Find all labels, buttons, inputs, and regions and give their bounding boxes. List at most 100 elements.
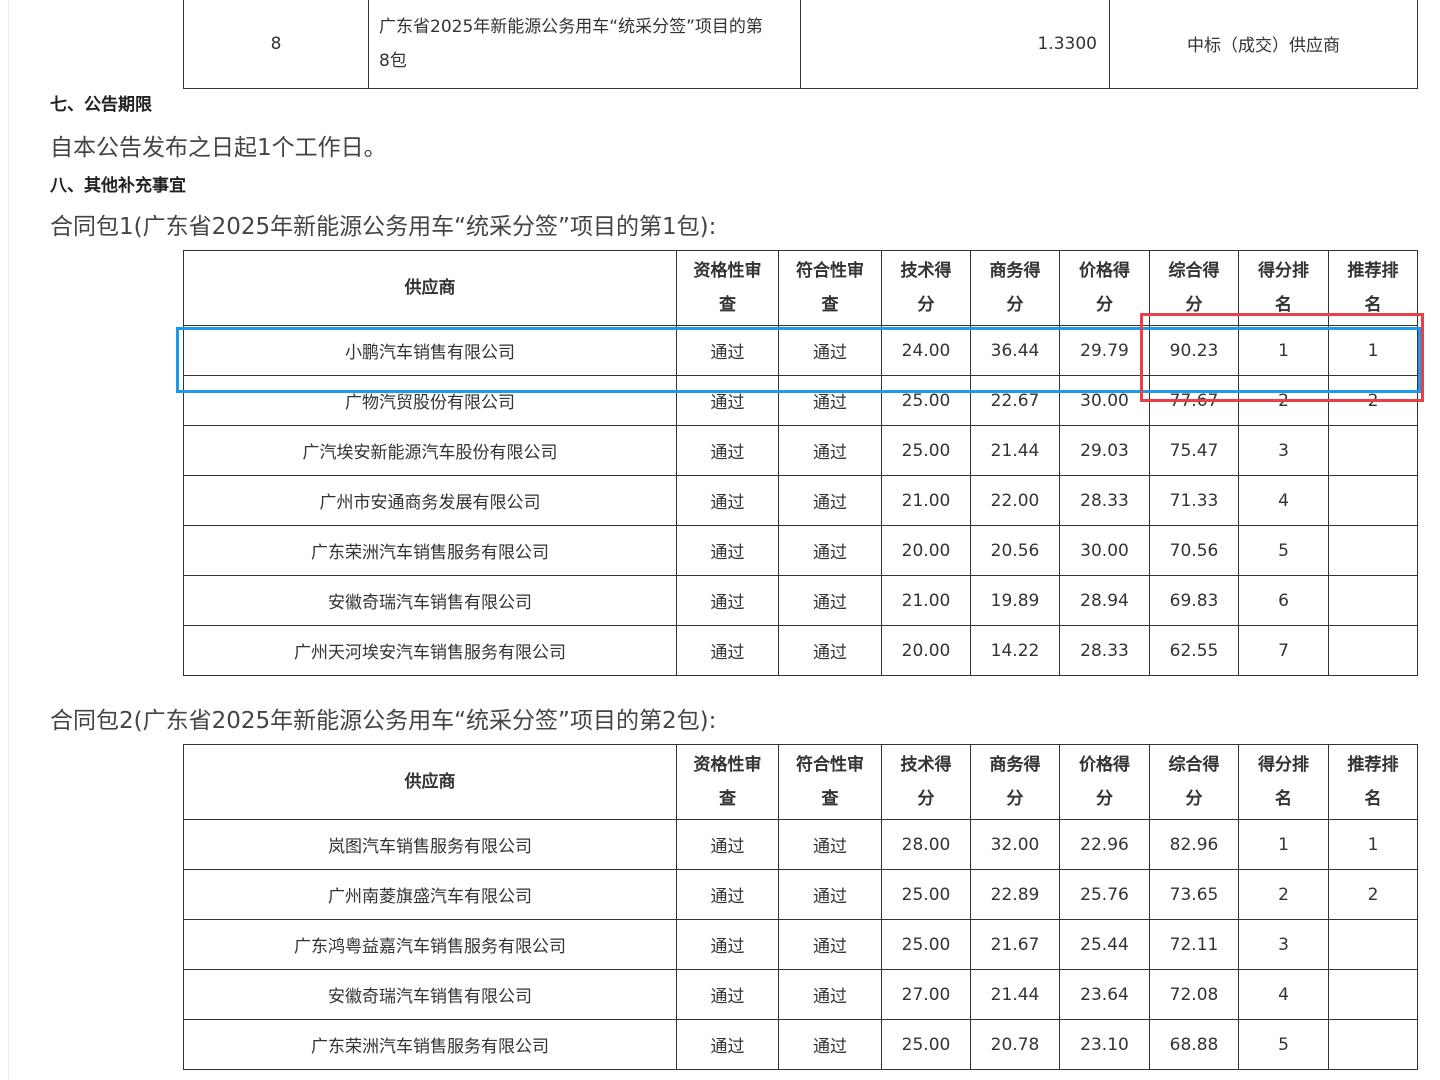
total-score: 72.11 [1149, 919, 1239, 970]
compliance-result: 通过 [778, 819, 882, 870]
header-line: 推荐排 [1347, 755, 1399, 775]
header-line: 分 [1006, 789, 1024, 809]
total-score: 73.65 [1149, 869, 1239, 920]
supplier-name: 安徽奇瑞汽车销售有限公司 [183, 575, 677, 626]
total-score: 82.96 [1149, 819, 1239, 870]
qualification-result: 通过 [676, 575, 779, 626]
price-score: 28.94 [1059, 575, 1150, 626]
recommend-rank [1328, 475, 1418, 526]
total-score: 69.83 [1149, 575, 1239, 626]
header-line: 推荐排 [1347, 261, 1399, 281]
total-score: 71.33 [1149, 475, 1239, 526]
score-rank: 3 [1238, 919, 1329, 970]
header-supplier: 供应商 [183, 250, 677, 326]
header-price-score: 价格得分 [1059, 744, 1150, 820]
score-rank: 2 [1238, 375, 1329, 426]
compliance-result: 通过 [778, 425, 882, 476]
compliance-result: 通过 [778, 969, 882, 1020]
qualification-result: 通过 [676, 375, 779, 426]
total-score: 72.08 [1149, 969, 1239, 1020]
package-name-line2: 8包 [379, 50, 407, 71]
tech-score: 20.00 [881, 525, 971, 576]
award-result: 中标（成交）供应商 [1109, 0, 1418, 89]
header-line: 名 [1275, 789, 1292, 809]
recommend-rank [1328, 625, 1418, 676]
header-line: 分 [1006, 295, 1024, 315]
table-row: 广物汽贸股份有限公司 通过 通过 25.00 22.67 30.00 77.67 2 2 [183, 375, 1418, 426]
supplier-name: 安徽奇瑞汽车销售有限公司 [183, 969, 677, 1020]
section7-text: 自本公告发布之日起1个工作日。 [50, 135, 387, 161]
header-line: 综合得 [1168, 261, 1220, 281]
qualification-result: 通过 [676, 425, 779, 476]
header-line: 分 [917, 789, 935, 809]
qualification-result: 通过 [676, 625, 779, 676]
header-line: 价格得 [1079, 755, 1130, 775]
package1-score-table: 供应商 资格性审查 符合性审查 技术得分 商务得分 价格得分 综合得分 得分排名… [183, 250, 1418, 676]
compliance-result: 通过 [778, 869, 882, 920]
price-score: 28.33 [1059, 625, 1150, 676]
score-rank: 4 [1238, 475, 1329, 526]
table-row: 8 广东省2025年新能源公务用车“统采分签”项目的第 8包 1.3300 中标… [183, 0, 1418, 89]
score-rank: 1 [1238, 325, 1329, 376]
business-score: 22.89 [970, 869, 1060, 920]
compliance-result: 通过 [778, 575, 882, 626]
score-rank: 1 [1238, 819, 1329, 870]
page-left-border [8, 0, 9, 1080]
header-business-score: 商务得分 [970, 250, 1060, 326]
business-score: 21.44 [970, 425, 1060, 476]
header-line: 查 [821, 789, 839, 809]
header-line: 分 [1185, 295, 1203, 315]
section7-heading: 七、公告期限 [50, 95, 152, 115]
qualification-result: 通过 [676, 475, 779, 526]
tech-score: 25.00 [881, 425, 971, 476]
price-score: 29.03 [1059, 425, 1150, 476]
table-header-row: 供应商 资格性审查 符合性审查 技术得分 商务得分 价格得分 综合得分 得分排名… [183, 744, 1418, 820]
header-tech-score: 技术得分 [881, 250, 971, 326]
header-line: 分 [1096, 295, 1113, 315]
header-line: 技术得 [900, 261, 952, 281]
award-amount: 1.3300 [800, 0, 1110, 89]
header-compliance: 符合性审查 [778, 744, 882, 820]
announcement-page: 8 广东省2025年新能源公务用车“统采分签”项目的第 8包 1.3300 中标… [0, 0, 1440, 1080]
package1-rows: 小鹏汽车销售有限公司 通过 通过 24.00 36.44 29.79 90.23 1 1 广物汽贸… [183, 325, 1418, 676]
business-score: 21.67 [970, 919, 1060, 970]
compliance-result: 通过 [778, 375, 882, 426]
qualification-result: 通过 [676, 869, 779, 920]
recommend-rank [1328, 525, 1418, 576]
header-qualification: 资格性审查 [676, 250, 779, 326]
recommend-rank: 1 [1328, 819, 1418, 870]
supplier-name: 广州南菱旗盛汽车有限公司 [183, 869, 677, 920]
total-score: 62.55 [1149, 625, 1239, 676]
business-score: 32.00 [970, 819, 1060, 870]
table-row: 广东荣洲汽车销售服务有限公司 通过 通过 25.00 20.78 23.10 68.88 5 [183, 1019, 1418, 1070]
header-line: 分 [1096, 789, 1113, 809]
header-tech-score: 技术得分 [881, 744, 971, 820]
supplier-name: 广东荣洲汽车销售服务有限公司 [183, 1019, 677, 1070]
supplier-name: 广州天河埃安汽车销售服务有限公司 [183, 625, 677, 676]
header-total-score: 综合得分 [1149, 250, 1239, 326]
score-rank: 2 [1238, 869, 1329, 920]
package2-rows: 岚图汽车销售服务有限公司 通过 通过 28.00 32.00 22.96 82.96 1 1 广州… [183, 819, 1418, 1070]
supplier-name: 广汽埃安新能源汽车股份有限公司 [183, 425, 677, 476]
table-row: 广汽埃安新能源汽车股份有限公司 通过 通过 25.00 21.44 29.03 75.47 3 [183, 425, 1418, 476]
package-name-cell: 广东省2025年新能源公务用车“统采分签”项目的第 8包 [368, 0, 801, 89]
total-score: 70.56 [1149, 525, 1239, 576]
compliance-result: 通过 [778, 625, 882, 676]
header-supplier: 供应商 [183, 744, 677, 820]
header-compliance: 符合性审查 [778, 250, 882, 326]
score-rank: 5 [1238, 525, 1329, 576]
package2-score-table: 供应商 资格性审查 符合性审查 技术得分 商务得分 价格得分 综合得分 得分排名… [183, 744, 1418, 1070]
header-line: 查 [719, 789, 736, 809]
business-score: 19.89 [970, 575, 1060, 626]
recommend-rank [1328, 1019, 1418, 1070]
tech-score: 25.00 [881, 869, 971, 920]
header-total-score: 综合得分 [1149, 744, 1239, 820]
table-row: 广东荣洲汽车销售服务有限公司 通过 通过 20.00 20.56 30.00 70.56 5 [183, 525, 1418, 576]
header-line: 名 [1275, 295, 1292, 315]
recommend-rank: 2 [1328, 375, 1418, 426]
qualification-result: 通过 [676, 1019, 779, 1070]
qualification-result: 通过 [676, 919, 779, 970]
header-line: 分 [917, 295, 935, 315]
tech-score: 21.00 [881, 575, 971, 626]
compliance-result: 通过 [778, 1019, 882, 1070]
